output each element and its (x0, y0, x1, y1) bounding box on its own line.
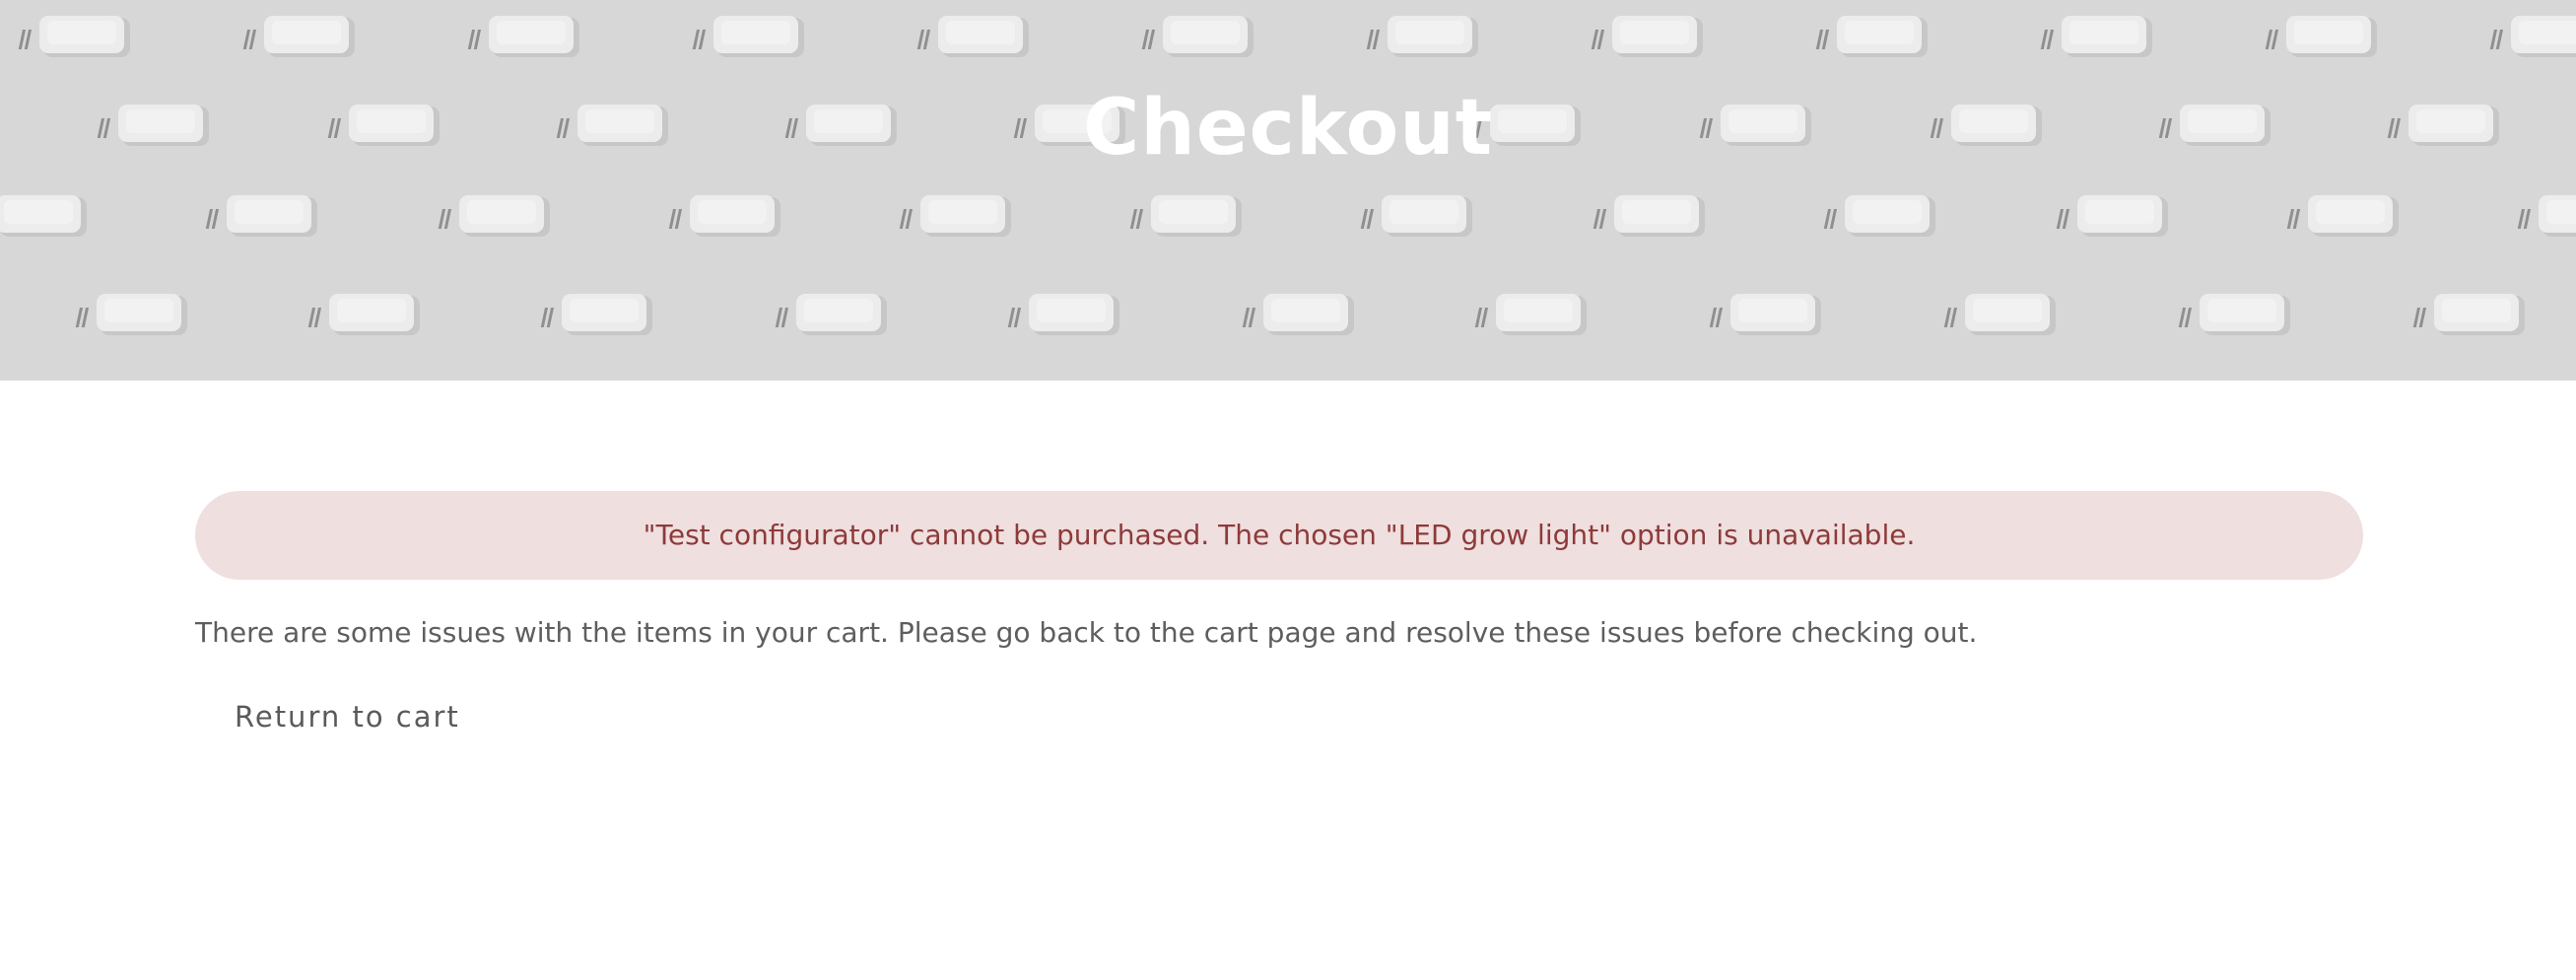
checkout-content: "Test configurator" cannot be purchased.… (195, 491, 2363, 734)
cart-issues-message: There are some issues with the items in … (195, 616, 1978, 649)
return-to-cart-button[interactable]: Return to cart (235, 700, 460, 734)
error-notice-text: "Test configurator" cannot be purchased.… (643, 519, 1916, 551)
led-chip-pattern (0, 16, 2576, 335)
page-title: Checkout (1082, 84, 1494, 173)
error-notice: "Test configurator" cannot be purchased.… (195, 491, 2363, 580)
page-header-banner: Checkout (0, 0, 2576, 381)
